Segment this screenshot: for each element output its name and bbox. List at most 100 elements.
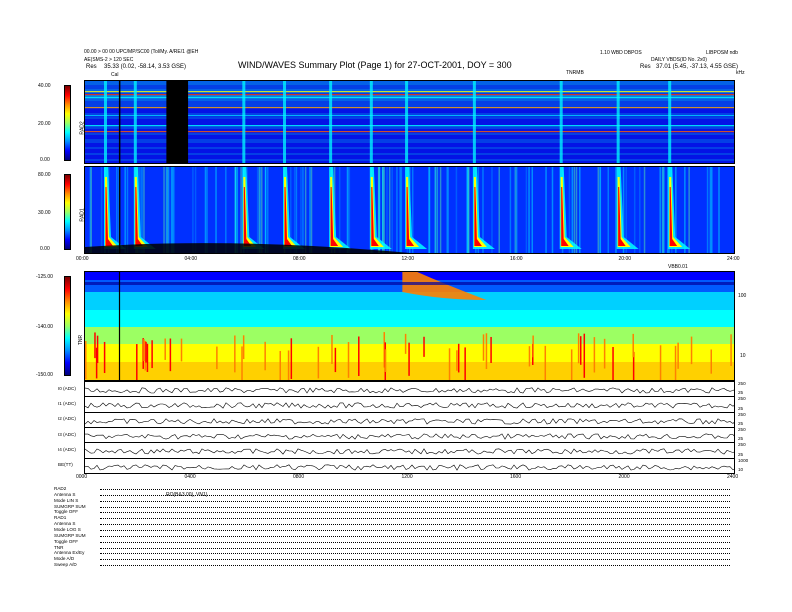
- footer-note: RO(B&3 00), VN1): [166, 492, 208, 498]
- bottom-time-axis: 0000 0400 0800 1200 1600 2000 2400: [76, 474, 739, 484]
- tnr-spike: [593, 337, 596, 373]
- rad2-ytick-mid: 20.00: [38, 121, 51, 127]
- rad1-texture: [434, 167, 436, 253]
- rad1-texture: [116, 167, 118, 253]
- rad1-texture: [259, 167, 261, 253]
- tnr-spike: [457, 343, 460, 373]
- time-axis-label: 1200: [401, 474, 413, 480]
- rad1-texture: [382, 167, 384, 253]
- header-left-res-label: Res: [86, 64, 97, 70]
- line-panel-trace: [85, 402, 734, 409]
- footer-settings: RAD2 Antenna S Mode LIN S SUMGRP SUM Toggle …: [54, 486, 744, 568]
- rad2-colorbar: [64, 85, 71, 161]
- tnr-spike: [659, 345, 662, 380]
- rad1-texture: [163, 167, 165, 253]
- tnr-top-right-label: VBB0.01: [668, 264, 688, 270]
- line-trace: [85, 402, 734, 409]
- footer-row-label: Antenna S: [54, 491, 76, 497]
- time-axis-label: 12:00: [401, 256, 415, 262]
- line-panel: [84, 396, 735, 413]
- header-right-res-value: 37.01 (5.45, -37.13, 4.55 GSE): [656, 64, 739, 70]
- rad1-texture: [633, 167, 636, 253]
- rad1-colorbar: [64, 174, 71, 250]
- footer-row-label: RAD1: [54, 515, 67, 521]
- rad1-texture: [240, 167, 242, 253]
- rad1-texture: [165, 167, 168, 253]
- line-panel-label: BE(TT): [58, 462, 73, 468]
- rad1-texture: [302, 167, 304, 253]
- tnr-band: [85, 344, 734, 362]
- line-panel-tick: 10: [738, 467, 744, 472]
- rad2-datagap: [166, 81, 189, 163]
- rad1-texture: [663, 167, 665, 253]
- time-axis-label: 08:00: [293, 256, 306, 262]
- header-left-line1: 00.00 > 00 00 UPC/MP/SC00 (Tol/My. A/RE/…: [84, 49, 199, 55]
- footer-row-label: Mode LOG S: [54, 527, 81, 532]
- tnr-spike: [94, 332, 96, 359]
- rad1-texture: [391, 167, 393, 253]
- rad2-ytick-top: 40.00: [38, 83, 51, 89]
- tnr-spike: [532, 335, 534, 358]
- tnr-spike: [317, 346, 320, 379]
- rad1-texture: [348, 167, 351, 253]
- tnr-spike: [347, 342, 350, 378]
- rad1-texture: [234, 167, 237, 253]
- rad1-ytick-top: 80.00: [38, 172, 51, 178]
- rad1-texture: [295, 167, 298, 253]
- rad1-marker-line: [118, 167, 121, 253]
- tnr-spike: [710, 349, 712, 374]
- rad1-texture: [509, 167, 512, 253]
- time-axis-label: 1600: [510, 474, 522, 480]
- footer-row-line: [100, 524, 730, 526]
- time-axis-label: 24:00: [727, 256, 740, 262]
- tnr-spike: [408, 342, 410, 376]
- footer-row-label: RAD2: [54, 486, 67, 491]
- rad1-texture: [599, 167, 601, 253]
- tnr-spike: [464, 347, 466, 380]
- tnr-spike: [290, 338, 293, 380]
- rad1-texture: [684, 167, 686, 253]
- tnr-spike: [448, 348, 451, 380]
- tnr-ytick-top: -125.00: [36, 274, 53, 280]
- footer-row-label: Mode A/D: [54, 556, 75, 562]
- rad1-texture: [515, 167, 518, 253]
- marker-label: Cal: [111, 72, 119, 78]
- line-panel-tick: 250: [738, 411, 746, 417]
- rad2-burst: [405, 81, 409, 163]
- line-panel-tick: 25: [738, 436, 744, 442]
- tnr-band: [85, 292, 734, 310]
- time-axis-label: 0400: [184, 474, 196, 480]
- line-panel: [84, 457, 735, 474]
- tnr-spike: [674, 345, 677, 380]
- tnr-spike: [482, 334, 485, 361]
- rad1-texture: [170, 167, 173, 253]
- rad1-texture: [439, 167, 442, 253]
- khz-label: kHz: [736, 70, 745, 76]
- rad1-texture: [124, 167, 126, 253]
- time-axis-label: 0000: [76, 474, 88, 480]
- rad2-panel: [84, 80, 735, 164]
- tnr-spike: [490, 336, 492, 363]
- line-panel-trace: [85, 448, 734, 455]
- header-right-line2: DAILY VBDS(ID No. 2x0): [651, 57, 707, 63]
- tnr-ytick-mid: -140.00: [36, 324, 53, 330]
- tnr-spike: [234, 335, 236, 373]
- rad1-texture: [597, 167, 600, 253]
- footer-row-line: [100, 506, 730, 508]
- time-axis-label: 04:00: [184, 256, 198, 262]
- rad1-texture: [236, 167, 239, 253]
- rad1-texture: [575, 167, 578, 253]
- tnr-spike: [96, 335, 99, 364]
- rad2-burst: [472, 81, 476, 163]
- tnr-spike: [690, 336, 693, 365]
- time-axis-label: 00:00: [76, 256, 89, 262]
- tnr-band: [85, 310, 734, 327]
- tnr-spike: [730, 334, 732, 367]
- rad2-burst: [369, 81, 373, 163]
- rad1-texture: [436, 167, 439, 253]
- time-axis-label: 2400: [727, 474, 739, 480]
- rad1-texture: [260, 167, 263, 253]
- rad1-texture: [383, 167, 385, 253]
- line-trace: [85, 448, 734, 455]
- header-left-line2: AE(SMS-2 > 120 SEC: [84, 57, 134, 63]
